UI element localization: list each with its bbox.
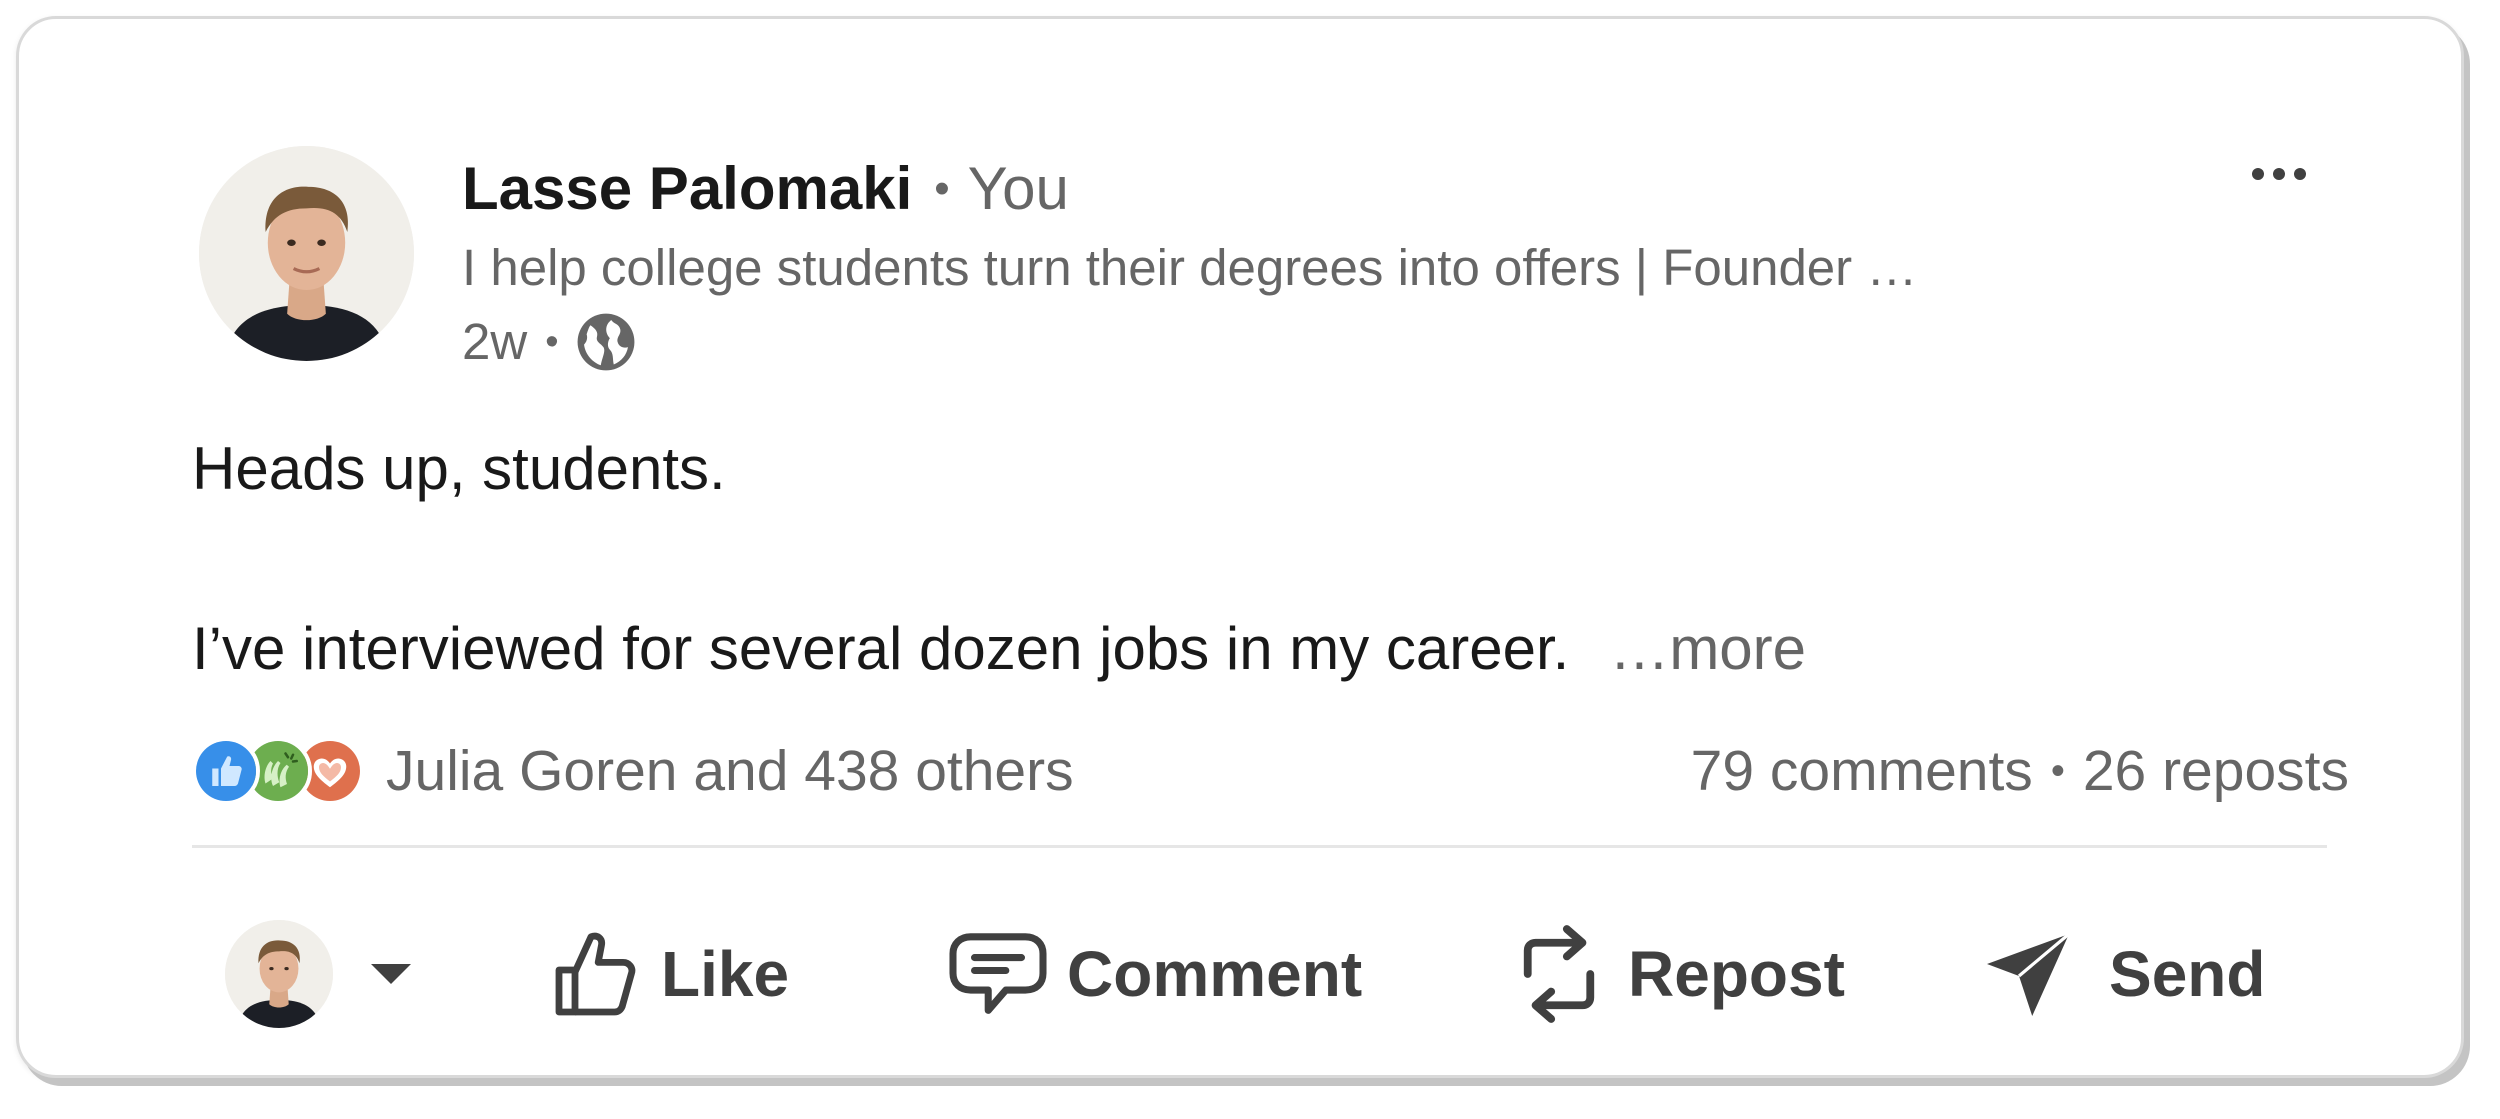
post-text-line-2: I’ve interviewed for several dozen jobs … <box>192 609 1806 689</box>
more-dot <box>2273 168 2285 180</box>
author-headline: I help college students turn their degre… <box>462 239 1918 296</box>
comments-count[interactable]: 79 comments <box>1691 739 2033 803</box>
caret-down-icon <box>371 964 411 984</box>
reactions-count-text[interactable]: Julia Goren and 438 others <box>386 738 1074 804</box>
action-bar: Like Comment Repost Send <box>19 909 2461 1039</box>
more-options-button[interactable] <box>2234 149 2324 199</box>
actor-portrait-icon <box>225 920 333 1028</box>
reaction-identity-selector[interactable] <box>225 909 415 1039</box>
post-meta: 2w • <box>462 309 637 375</box>
reposts-count[interactable]: 26 reposts <box>2083 739 2349 803</box>
separator-dot: • <box>545 321 559 363</box>
more-dot <box>2294 168 2306 180</box>
author-relation: You <box>967 155 1069 222</box>
like-button[interactable]: Like <box>547 909 789 1039</box>
globe-icon <box>575 311 637 373</box>
post-text-line-1: Heads up, students. <box>192 435 726 502</box>
send-button[interactable]: Send <box>1981 909 2265 1039</box>
post-time: 2w <box>462 313 528 370</box>
author-name[interactable]: Lasse Palomaki <box>462 155 912 222</box>
comment-icon <box>949 933 1047 1014</box>
like-label: Like <box>661 938 790 1010</box>
comment-label: Comment <box>1067 938 1363 1010</box>
repost-icon <box>1523 925 1595 1023</box>
send-icon <box>1987 932 2071 1016</box>
author-portrait-icon <box>199 146 414 361</box>
reactions-summary[interactable]: Julia Goren and 438 others <box>192 731 1074 811</box>
engagement-counts: 79 comments • 26 reposts <box>1691 731 2349 811</box>
post-text-content: I’ve interviewed for several dozen jobs … <box>192 615 1570 682</box>
see-more-link[interactable]: …more <box>1609 615 1806 682</box>
more-dot <box>2252 168 2264 180</box>
repost-label: Repost <box>1628 938 1845 1010</box>
separator-dot: • <box>934 164 950 213</box>
author-avatar[interactable] <box>199 146 414 361</box>
send-label: Send <box>2109 938 2266 1010</box>
thumbs-up-icon <box>555 932 636 1016</box>
author-line: Lasse Palomaki • You <box>462 149 1069 235</box>
like-icon <box>192 737 260 805</box>
repost-button[interactable]: Repost <box>1516 909 1845 1039</box>
separator-dot: • <box>2050 749 2065 793</box>
post-card: Lasse Palomaki • You I help college studen… <box>16 16 2464 1078</box>
comment-button[interactable]: Comment <box>947 909 1362 1039</box>
divider <box>192 845 2327 848</box>
actor-avatar <box>225 920 333 1028</box>
